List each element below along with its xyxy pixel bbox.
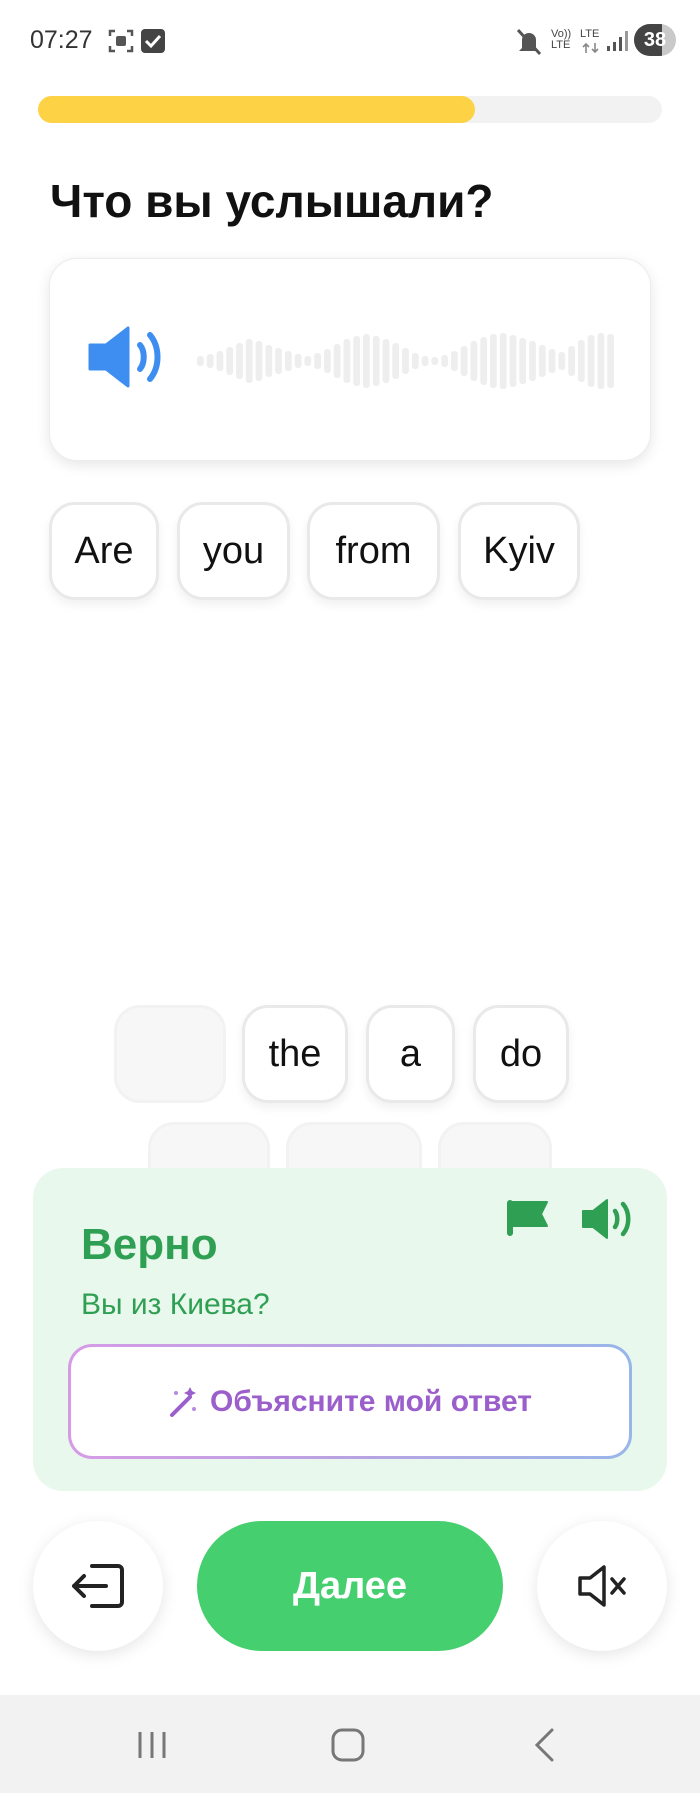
system-navigation-bar xyxy=(0,1695,700,1793)
next-button[interactable]: Далее xyxy=(197,1521,503,1651)
status-bar: 07:27 Vo)) LTE LTE 38 xyxy=(0,0,700,84)
mute-icon xyxy=(578,1565,626,1607)
lte-label: LTE xyxy=(580,28,600,40)
waveform-bar xyxy=(226,347,234,375)
waveform-bar xyxy=(411,353,419,369)
waveform-bar xyxy=(284,351,292,371)
feedback-panel: Верно Вы из Киева? Объясните мой ответ xyxy=(33,1168,667,1491)
home-icon xyxy=(331,1728,365,1762)
signal-icon xyxy=(607,31,628,51)
word-bank-chip[interactable]: a xyxy=(366,1005,455,1103)
waveform-bar xyxy=(568,346,575,376)
home-button[interactable] xyxy=(318,1723,378,1767)
checkbox-notification-icon xyxy=(141,29,165,53)
waveform-bar xyxy=(548,349,556,373)
waveform-bar xyxy=(402,348,409,374)
answer-chip[interactable]: you xyxy=(177,502,290,600)
waveform-bar xyxy=(577,340,585,382)
status-time: 07:27 xyxy=(30,26,93,54)
waveform-bar xyxy=(294,354,302,368)
waveform-bar xyxy=(382,339,390,383)
lesson-progress-fill xyxy=(38,96,475,123)
lesson-progress-bar xyxy=(38,96,662,123)
word-bank-chip[interactable]: do xyxy=(473,1005,569,1103)
feedback-translation: Вы из Киева? xyxy=(81,1288,270,1321)
question-title: Что вы услышали? xyxy=(50,175,494,227)
word-slot-empty xyxy=(114,1005,226,1103)
waveform-bar xyxy=(255,341,263,381)
lesson-screen: 07:27 Vo)) LTE LTE 38 Что вы услышали? A… xyxy=(0,0,700,1793)
waveform-bar xyxy=(245,339,253,383)
feedback-title: Верно xyxy=(81,1220,218,1269)
waveform-bar xyxy=(490,334,497,388)
waveform-bar xyxy=(499,333,507,389)
waveform-bar xyxy=(392,343,400,379)
waveform-bar xyxy=(451,351,458,371)
battery-indicator: 38 xyxy=(634,24,676,56)
waveform-bar xyxy=(558,352,566,370)
waveform-bar xyxy=(333,344,341,378)
volte-label: Vo)) LTE xyxy=(551,28,572,51)
waveform-bar xyxy=(538,345,546,377)
waveform-bar xyxy=(460,346,468,376)
muted-bell-icon xyxy=(516,28,542,56)
waveform-bar xyxy=(363,334,370,388)
waveform-bar xyxy=(275,348,282,374)
battery-level: 38 xyxy=(643,29,667,51)
explain-answer-button[interactable]: Объясните мой ответ xyxy=(68,1344,632,1459)
waveform-bar xyxy=(587,335,595,387)
waveform-bar xyxy=(421,356,429,366)
speaker-icon[interactable] xyxy=(581,1198,635,1240)
back-icon xyxy=(534,1728,554,1762)
answer-chip[interactable]: from xyxy=(307,502,440,600)
exit-button[interactable] xyxy=(33,1521,163,1651)
waveform-bar xyxy=(441,355,448,367)
word-bank-chip[interactable]: the xyxy=(242,1005,348,1103)
magic-wand-icon xyxy=(169,1386,196,1417)
recent-apps-button[interactable] xyxy=(122,1723,182,1767)
mute-sound-button[interactable] xyxy=(537,1521,667,1651)
waveform-bar xyxy=(265,345,273,377)
waveform-bar xyxy=(216,351,224,371)
waveform-bar xyxy=(343,339,351,383)
waveform-bar xyxy=(304,356,312,366)
waveform-bar xyxy=(324,349,331,373)
answer-chip[interactable]: Kyiv xyxy=(458,502,580,600)
waveform-bar xyxy=(197,356,204,366)
explain-answer-button-inner[interactable]: Объясните мой ответ xyxy=(71,1347,629,1456)
waveform-bar xyxy=(470,341,478,381)
waveform-bar xyxy=(597,333,605,389)
waveform-bar xyxy=(236,343,243,379)
waveform-bar xyxy=(431,357,439,365)
waveform-bar xyxy=(372,336,380,386)
data-arrows-icon xyxy=(582,42,599,54)
waveform-bar xyxy=(314,353,321,369)
waveform-bar xyxy=(519,338,527,384)
waveform-bar xyxy=(509,335,517,387)
recent-apps-icon xyxy=(138,1732,166,1758)
waveform-bar xyxy=(529,341,536,381)
answer-chip[interactable]: Are xyxy=(49,502,159,600)
waveform-bar xyxy=(206,354,214,368)
waveform-bar xyxy=(480,337,488,385)
screenshot-icon xyxy=(108,29,134,53)
explain-answer-label: Объясните мой ответ xyxy=(209,1384,532,1418)
speaker-icon[interactable] xyxy=(88,325,168,389)
waveform-bar xyxy=(353,336,361,386)
audio-prompt-card[interactable] xyxy=(49,258,651,461)
audio-waveform[interactable] xyxy=(196,311,616,411)
waveform-bar xyxy=(607,334,614,388)
back-button[interactable] xyxy=(514,1723,574,1767)
flag-icon[interactable] xyxy=(505,1198,549,1238)
exit-icon xyxy=(72,1564,124,1608)
